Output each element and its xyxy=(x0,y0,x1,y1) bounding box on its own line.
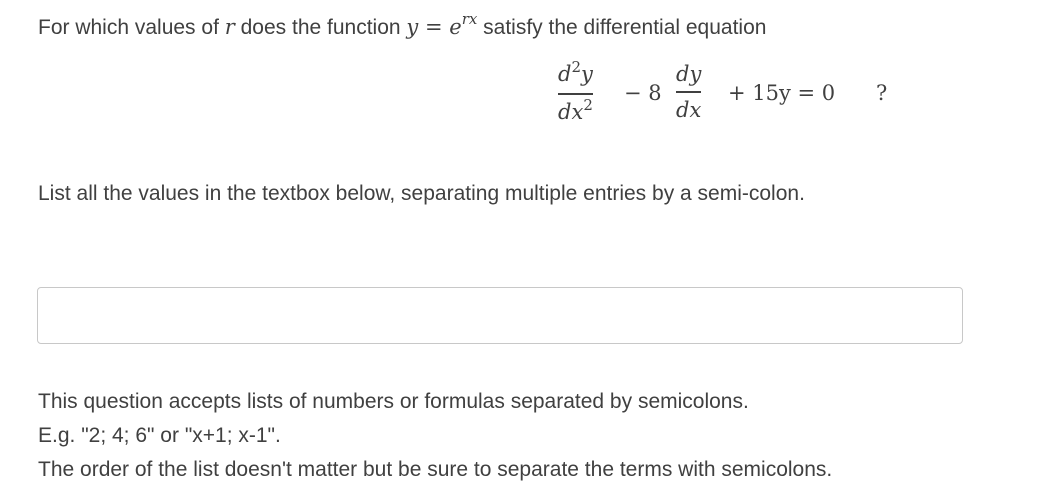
function-base-e: e xyxy=(449,15,462,39)
help-line-1: This question accepts lists of numbers o… xyxy=(38,390,749,413)
fraction-bar xyxy=(558,93,593,95)
first-derivative-fraction: dy dx xyxy=(676,60,702,124)
first-derivative-numerator: dy xyxy=(676,62,702,86)
question-intro-middle: does the function xyxy=(234,16,407,39)
help-line-2: E.g. "2; 4; 6" or "x+1; x-1". xyxy=(38,424,281,447)
answer-input[interactable] xyxy=(37,287,963,344)
question-prompt: For which values of r does the function … xyxy=(38,10,767,44)
second-derivative-fraction: d2y dx2 xyxy=(558,58,593,128)
question-mark: ? xyxy=(876,81,888,105)
minus-eight-coefficient: − 8 xyxy=(624,81,662,105)
equation-remainder: + 15y = 0 xyxy=(728,81,836,105)
question-intro-before: For which values of xyxy=(38,16,225,39)
variable-r: r xyxy=(224,15,235,39)
help-line-3: The order of the list doesn't matter but… xyxy=(38,458,833,481)
first-derivative-denominator: dx xyxy=(676,97,702,122)
second-derivative-numerator: d2y xyxy=(558,58,593,86)
instruction-text: List all the values in the textbox below… xyxy=(38,182,805,205)
function-exponent: rx xyxy=(461,10,478,28)
question-intro-after: satisfy the differential equation xyxy=(477,16,767,39)
second-derivative-denominator: dx2 xyxy=(558,95,593,124)
help-text: This question accepts lists of numbers o… xyxy=(38,385,832,487)
equals-sign: = xyxy=(418,15,450,39)
function-y: y xyxy=(406,15,419,39)
fraction-bar xyxy=(676,91,702,93)
